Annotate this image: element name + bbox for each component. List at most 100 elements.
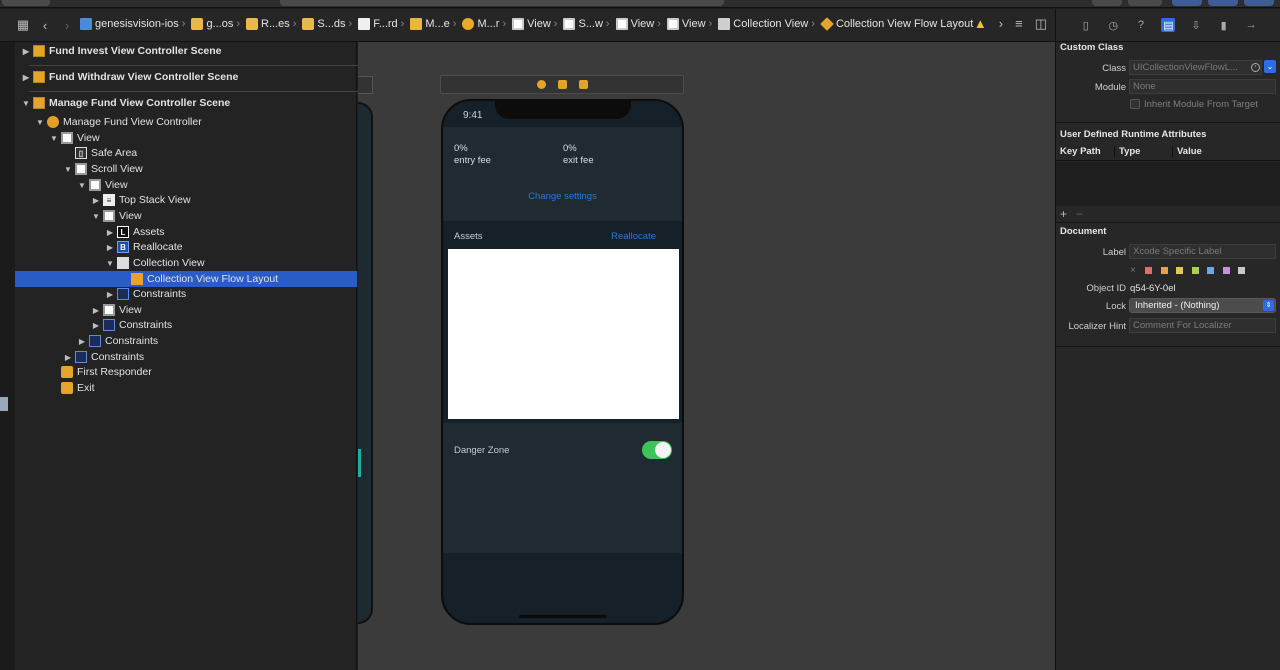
module-field[interactable]: None (1129, 79, 1276, 94)
change-settings-button[interactable]: Change settings (443, 191, 682, 202)
value-column[interactable]: Value (1172, 146, 1202, 157)
disclosure-open-icon[interactable]: ▼ (35, 118, 45, 127)
outline-row[interactable]: ▶ View (15, 302, 357, 318)
breadcrumb-item[interactable]: F...rd › (358, 17, 408, 30)
clear-color-icon[interactable]: × (1130, 265, 1136, 276)
label-color-swatch[interactable] (1145, 267, 1152, 274)
reallocate-button[interactable]: Reallocate (611, 231, 656, 242)
disclosure-open-icon[interactable]: ▼ (77, 181, 87, 190)
view-controller-icon[interactable] (536, 80, 546, 89)
size-inspector-icon[interactable]: ▮ (1217, 18, 1231, 32)
first-responder-icon[interactable] (557, 80, 567, 89)
connections-inspector-icon[interactable]: → (1244, 18, 1258, 32)
storyboard-canvas[interactable]: 9:41 0% entry fee 0% exit fee Change set… (358, 42, 1055, 670)
danger-zone-section[interactable]: Danger Zone (443, 435, 682, 553)
disclosure-closed-icon[interactable]: ▶ (63, 353, 73, 362)
split-editor-icon[interactable]: ◫ (1035, 16, 1047, 32)
breadcrumb-item[interactable]: View › (512, 17, 561, 30)
outline-row[interactable]: Exit (15, 380, 357, 396)
navigator-toggle-button[interactable] (1172, 0, 1202, 6)
exit-icon[interactable] (578, 80, 588, 89)
outline-scene-row[interactable]: ▶ Fund Invest View Controller Scene (15, 43, 357, 59)
fees-section[interactable]: 0% entry fee 0% exit fee Change settings (443, 127, 682, 221)
debug-toggle-button[interactable] (1208, 0, 1238, 6)
outline-row[interactable]: ▼ View (15, 208, 357, 224)
history-inspector-icon[interactable]: ◷ (1106, 18, 1120, 32)
go-to-class-icon[interactable]: › (1251, 63, 1260, 72)
label-color-swatch[interactable] (1191, 267, 1199, 274)
edge-tab[interactable] (0, 397, 8, 411)
class-dropdown-button[interactable]: ⌄ (1264, 60, 1276, 73)
review-button[interactable] (1128, 0, 1162, 6)
breadcrumb-item[interactable]: S...w › (563, 17, 613, 30)
outline-row[interactable]: ▶ Constraints (15, 333, 357, 349)
label-color-swatch[interactable] (1238, 267, 1245, 274)
chevron-right-icon[interactable]: › (999, 16, 1003, 32)
collection-view[interactable] (448, 249, 679, 419)
disclosure-closed-icon[interactable]: ▶ (21, 73, 31, 82)
outline-row[interactable]: First Responder (15, 364, 357, 380)
runtime-attributes-table[interactable] (1056, 162, 1280, 206)
breadcrumb-item[interactable]: g...os › (191, 17, 244, 30)
breadcrumb-item[interactable]: M...e › (410, 17, 460, 30)
outline-row[interactable]: ▶ ≡ Top Stack View (15, 192, 357, 208)
identity-inspector-icon[interactable]: ▤ (1161, 18, 1176, 32)
entry-fee[interactable]: 0% entry fee (454, 143, 491, 167)
add-attribute-button[interactable]: + (1060, 207, 1067, 221)
localizer-hint-field[interactable]: Comment For Localizer (1129, 318, 1276, 333)
disclosure-closed-icon[interactable]: ▶ (21, 47, 31, 56)
disclosure-closed-icon[interactable]: ▶ (105, 243, 115, 252)
outline-scene-row[interactable]: ▶ Fund Withdraw View Controller Scene (15, 69, 357, 85)
disclosure-open-icon[interactable]: ▼ (91, 212, 101, 221)
disclosure-open-icon[interactable]: ▼ (49, 134, 59, 143)
outline-row[interactable]: Collection View Flow Layout (15, 271, 357, 287)
related-items-icon[interactable]: ▦ (14, 16, 32, 34)
class-field[interactable]: UICollectionViewFlowL... (1129, 60, 1262, 75)
disclosure-open-icon[interactable]: ▼ (105, 259, 115, 268)
iphone-frame[interactable]: 9:41 0% entry fee 0% exit fee Change set… (441, 99, 684, 625)
outline-row[interactable]: ▶ B Reallocate (15, 239, 357, 255)
outline-row[interactable]: ▼ Scroll View (15, 161, 357, 177)
label-color-swatch[interactable] (1160, 267, 1168, 274)
outline-row[interactable]: ▼ View (15, 130, 357, 146)
disclosure-closed-icon[interactable]: ▶ (91, 321, 101, 330)
disclosure-open-icon[interactable]: ▼ (21, 99, 31, 108)
breadcrumb-item[interactable]: M...r › (462, 17, 510, 30)
inherit-module-checkbox[interactable] (1130, 99, 1140, 109)
disclosure-closed-icon[interactable]: ▶ (105, 228, 115, 237)
label-color-swatch[interactable] (1176, 267, 1183, 274)
lock-popup[interactable]: Inherited - (Nothing) ⇕ (1129, 298, 1276, 313)
breadcrumb-item[interactable]: Collection View Flow Layout (820, 16, 973, 31)
type-column[interactable]: Type (1114, 146, 1172, 157)
outline-row[interactable]: ▶ Constraints (15, 349, 357, 365)
breadcrumb-item[interactable]: View › (615, 17, 665, 30)
remove-attribute-button[interactable]: − (1076, 207, 1083, 221)
outline-scene-row[interactable]: ▼ Manage Fund View Controller Scene (15, 95, 357, 111)
exit-fee[interactable]: 0% exit fee (563, 143, 594, 167)
danger-zone-switch[interactable] (642, 441, 672, 459)
disclosure-closed-icon[interactable]: ▶ (91, 306, 101, 315)
inspector-toggle-button[interactable] (1244, 0, 1274, 6)
outline-row[interactable]: ▼ Manage Fund View Controller (15, 114, 357, 130)
disclosure-closed-icon[interactable]: ▶ (77, 337, 87, 346)
chevron-left-icon[interactable]: ‹ (958, 16, 962, 32)
outline-row[interactable]: ▼ View (15, 177, 357, 193)
scheme-button[interactable] (2, 0, 50, 6)
adjacent-scene-phone[interactable] (358, 102, 373, 624)
breadcrumb-item[interactable]: genesisvision-ios › (80, 17, 189, 30)
label-color-swatch[interactable] (1222, 267, 1230, 274)
label-color-swatch[interactable] (1207, 267, 1214, 274)
library-button[interactable] (1092, 0, 1122, 6)
key-path-column[interactable]: Key Path (1056, 146, 1114, 157)
disclosure-open-icon[interactable]: ▼ (63, 165, 73, 174)
warning-icon[interactable]: ▲ (974, 16, 987, 32)
help-inspector-icon[interactable]: ? (1134, 18, 1148, 32)
document-items-icon[interactable]: ≡ (1015, 16, 1023, 32)
outline-row[interactable]: ▶ Constraints (15, 317, 357, 333)
disclosure-closed-icon[interactable]: ▶ (105, 290, 115, 299)
breadcrumb-item[interactable]: View › (666, 17, 716, 30)
document-label-field[interactable]: Xcode Specific Label (1129, 244, 1276, 259)
outline-row[interactable]: ▶ L Assets (15, 224, 357, 240)
breadcrumb-item[interactable]: S...ds › (302, 17, 356, 30)
outline-row[interactable]: ▼ Collection View (15, 255, 357, 271)
